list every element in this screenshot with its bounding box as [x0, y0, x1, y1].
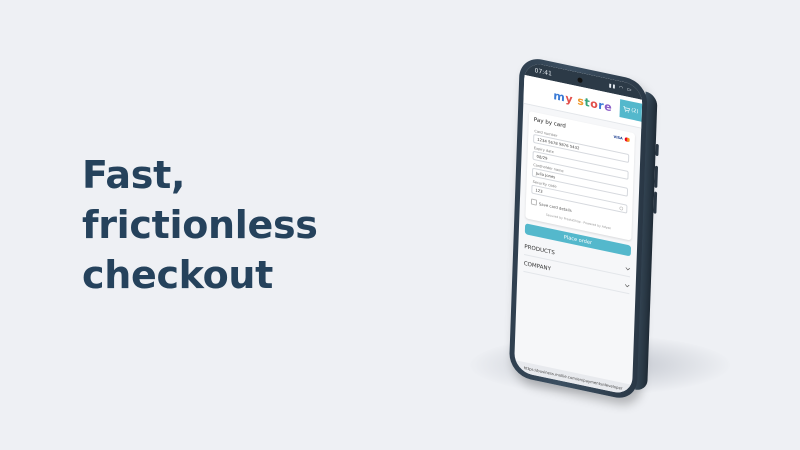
phone-button — [654, 165, 659, 189]
visa-logo: VISA — [613, 134, 623, 141]
store-logo[interactable]: my store — [553, 89, 612, 114]
phone-screen: 07:41 ▮▮ ◠ ▭ my store (2) Pay by card VI… — [513, 61, 643, 396]
card-brands: VISA — [613, 135, 629, 142]
phone-button — [655, 143, 659, 157]
info-icon — [619, 206, 624, 210]
accordion-products-label: PRODUCTS — [524, 244, 555, 257]
logo-letter: m — [553, 88, 566, 105]
cart-icon — [623, 106, 631, 113]
headline-line-2: frictionless — [82, 203, 318, 247]
chevron-down-icon — [625, 267, 631, 271]
status-time: 07:41 — [534, 66, 552, 78]
mastercard-icon — [625, 137, 630, 142]
save-card-checkbox[interactable] — [530, 198, 538, 206]
cart-count: (2) — [631, 107, 639, 116]
accordion-company-label: COMPANY — [523, 260, 551, 273]
save-card-label: Save card details — [538, 200, 572, 213]
payment-card: Pay by card VISA Card number 1234 5678 9… — [525, 110, 636, 241]
camera-icon — [577, 76, 583, 83]
headline: Fast, frictionless checkout — [82, 150, 412, 300]
expiry-value: 08/29 — [536, 153, 548, 161]
security-code-value: 123 — [535, 187, 543, 194]
phone-mockup: 07:41 ▮▮ ◠ ▭ my store (2) Pay by card VI… — [508, 55, 659, 402]
phone-button — [653, 191, 658, 214]
cart-button[interactable]: (2) — [619, 99, 643, 122]
logo-letter: e — [603, 99, 613, 114]
signal-icon: ▮▮ ◠ ▭ — [608, 82, 633, 94]
chevron-down-icon — [624, 284, 630, 288]
headline-line-3: checkout — [82, 253, 274, 297]
pay-title: Pay by card — [533, 116, 566, 130]
cardholder-value: Julia Jones — [535, 170, 556, 180]
headline-line-1: Fast, — [82, 153, 186, 197]
